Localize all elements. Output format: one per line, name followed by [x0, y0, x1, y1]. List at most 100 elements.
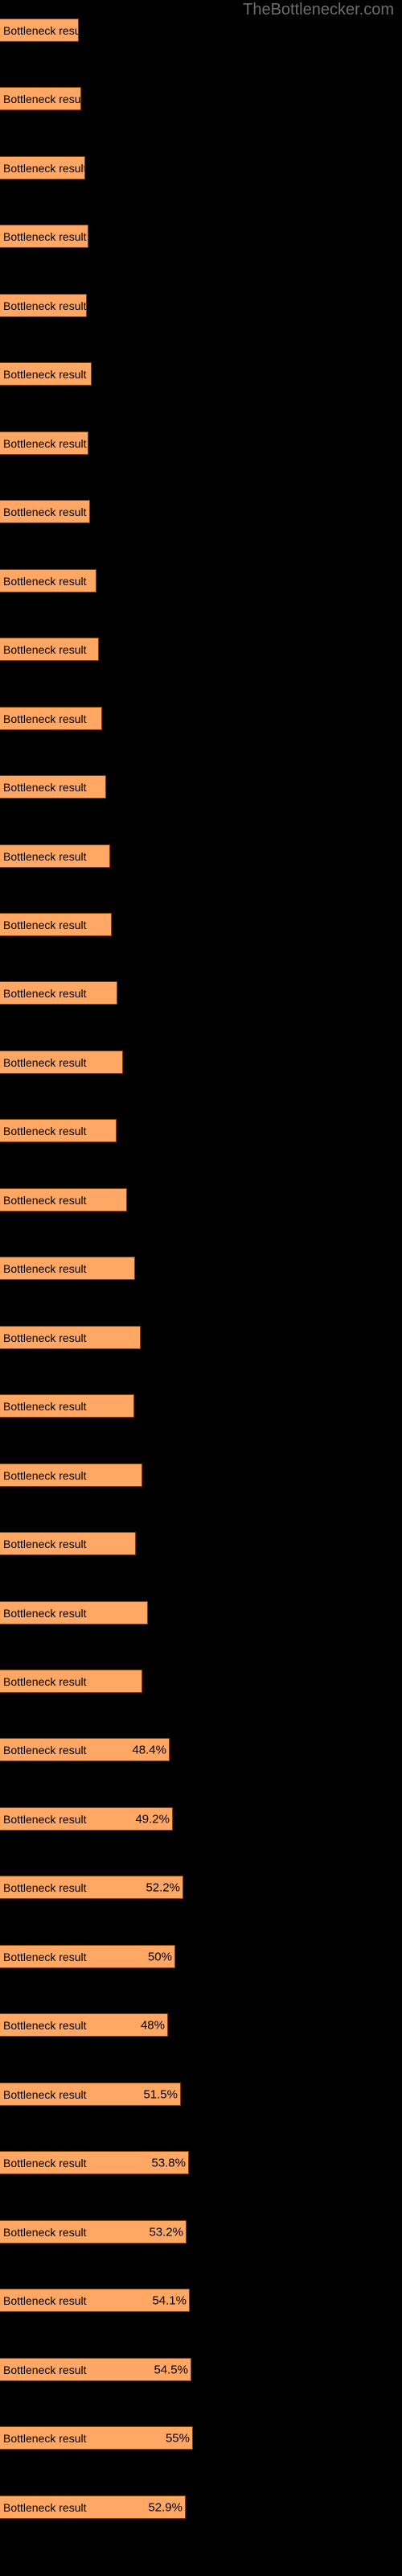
bar[interactable]: Bottleneck result — [0, 362, 92, 386]
bar[interactable]: Bottleneck result 55% — [0, 2426, 193, 2450]
bar-row: Bottleneck result — [0, 1051, 402, 1074]
bar[interactable]: Bottleneck result — [0, 1119, 117, 1142]
bar[interactable]: Bottleneck result — [0, 431, 88, 455]
bar[interactable]: Bottleneck result 50% — [0, 1945, 175, 1968]
bar-value: 54.1% — [152, 2293, 187, 2307]
bar-label: Bottleneck result — [3, 1331, 87, 1344]
bar-row: Bottleneck result 55% — [0, 2426, 402, 2450]
bar-row: Bottleneck result 52.9% — [0, 2496, 402, 2519]
bar-row: Bottleneck result 54.1% — [0, 2289, 402, 2312]
bar-label: Bottleneck result — [3, 92, 81, 105]
bar[interactable]: Bottleneck result — [0, 1394, 134, 1418]
bar[interactable]: Bottleneck result 52.9% — [0, 2496, 186, 2519]
bar-value: 52.9% — [148, 2500, 183, 2514]
bar-label: Bottleneck result — [3, 229, 87, 243]
bar[interactable]: Bottleneck result 54.5% — [0, 2358, 191, 2381]
bar-row: Bottleneck result 48.4% — [0, 1738, 402, 1761]
bar[interactable]: Bottleneck result 53.2% — [0, 2220, 187, 2244]
bar-row: Bottleneck result — [0, 87, 402, 110]
bar-label: Bottleneck result — [3, 712, 87, 725]
bar[interactable]: Bottleneck result — [0, 707, 102, 730]
bar[interactable]: Bottleneck result — [0, 19, 79, 42]
bar[interactable]: Bottleneck result — [0, 844, 110, 868]
bar-value: 52.2% — [146, 1880, 180, 1894]
bar-row: Bottleneck result 51.5% — [0, 2083, 402, 2106]
bar[interactable]: Bottleneck result — [0, 913, 112, 936]
bar-row: Bottleneck result — [0, 500, 402, 523]
bar-row: Bottleneck result — [0, 1119, 402, 1142]
bar-label: Bottleneck result — [3, 299, 87, 312]
bar-label: Bottleneck result — [3, 505, 87, 518]
bar-label: Bottleneck result — [3, 1606, 87, 1620]
bar[interactable]: Bottleneck result — [0, 1257, 135, 1280]
bar-label: Bottleneck result — [3, 1674, 87, 1688]
bar[interactable]: Bottleneck result — [0, 294, 87, 317]
bar-label: Bottleneck result — [3, 23, 79, 37]
bar[interactable]: Bottleneck result — [0, 1670, 142, 1693]
bar-row: Bottleneck result — [0, 981, 402, 1005]
bar[interactable]: Bottleneck result — [0, 1601, 148, 1624]
bar[interactable]: Bottleneck result — [0, 1188, 127, 1212]
bar-row: Bottleneck result — [0, 1670, 402, 1693]
bar-row: Bottleneck result — [0, 1463, 402, 1487]
bar-row: Bottleneck result 53.8% — [0, 2151, 402, 2174]
bar-row: Bottleneck result 49.2% — [0, 1807, 402, 1831]
bar[interactable]: Bottleneck result 54.1% — [0, 2289, 190, 2312]
bar-row: Bottleneck result — [0, 156, 402, 180]
bar[interactable]: Bottleneck result 49.2% — [0, 1807, 173, 1831]
bar[interactable]: Bottleneck result — [0, 1326, 141, 1349]
bar-value: 53.2% — [149, 2225, 183, 2239]
bar[interactable]: Bottleneck result 48.4% — [0, 1738, 170, 1761]
bar-label: Bottleneck result — [3, 367, 87, 381]
bar-row: Bottleneck result — [0, 1326, 402, 1349]
bar-label: Bottleneck result — [3, 2156, 87, 2169]
bar-row: Bottleneck result 52.2% — [0, 1876, 402, 1899]
bar-label: Bottleneck result — [3, 849, 87, 863]
bar[interactable]: Bottleneck result — [0, 500, 90, 523]
bar-label: Bottleneck result — [3, 2363, 87, 2376]
bar-row: Bottleneck result — [0, 1188, 402, 1212]
bar-label: Bottleneck result — [3, 1193, 87, 1207]
bar-row: Bottleneck result — [0, 844, 402, 868]
bar-value: 50% — [147, 1950, 172, 1963]
bar-label: Bottleneck result — [3, 918, 87, 931]
bar-row: Bottleneck result — [0, 775, 402, 799]
bar-value: 51.5% — [143, 2087, 178, 2101]
bar-label: Bottleneck result — [3, 436, 87, 450]
bar[interactable]: Bottleneck result — [0, 569, 96, 592]
bar-label: Bottleneck result — [3, 1468, 87, 1482]
bar-label: Bottleneck result — [3, 2431, 87, 2445]
bar-label: Bottleneck result — [3, 1055, 87, 1069]
bar[interactable]: Bottleneck result — [0, 1051, 123, 1074]
bars-area: Bottleneck result Bottleneck result Bottle… — [0, 0, 402, 2576]
bar-row: Bottleneck result — [0, 294, 402, 317]
bar-row: Bottleneck result — [0, 638, 402, 661]
bar[interactable]: Bottleneck result — [0, 156, 85, 180]
bar[interactable]: Bottleneck result — [0, 981, 117, 1005]
bar[interactable]: Bottleneck result 48% — [0, 2013, 168, 2037]
bar-row: Bottleneck result — [0, 569, 402, 592]
bar-label: Bottleneck result — [3, 1537, 87, 1550]
bar-row: Bottleneck result — [0, 1601, 402, 1624]
bar[interactable]: Bottleneck result — [0, 638, 99, 661]
bar[interactable]: Bottleneck result 53.8% — [0, 2151, 189, 2174]
bar-label: Bottleneck result — [3, 780, 87, 794]
bar[interactable]: Bottleneck result 52.2% — [0, 1876, 183, 1899]
bar-label: Bottleneck result — [3, 1880, 87, 1894]
bar-label: Bottleneck result — [3, 1812, 87, 1826]
bar-row: Bottleneck result 53.2% — [0, 2220, 402, 2244]
bar[interactable]: Bottleneck result — [0, 225, 88, 248]
bar[interactable]: Bottleneck result — [0, 87, 81, 110]
bar-value: 48.4% — [132, 1743, 166, 1757]
bar-row: Bottleneck result 48% — [0, 2013, 402, 2037]
bar[interactable]: Bottleneck result — [0, 1532, 136, 1555]
bar-label: Bottleneck result — [3, 986, 87, 1000]
bar-row: Bottleneck result — [0, 225, 402, 248]
bar-label: Bottleneck result — [3, 642, 87, 656]
bar[interactable]: Bottleneck result — [0, 775, 106, 799]
bar[interactable]: Bottleneck result — [0, 1463, 142, 1487]
bar-row: Bottleneck result — [0, 1532, 402, 1555]
bar-label: Bottleneck result — [3, 2087, 87, 2101]
bar[interactable]: Bottleneck result 51.5% — [0, 2083, 181, 2106]
bar-label: Bottleneck result — [3, 1261, 87, 1275]
